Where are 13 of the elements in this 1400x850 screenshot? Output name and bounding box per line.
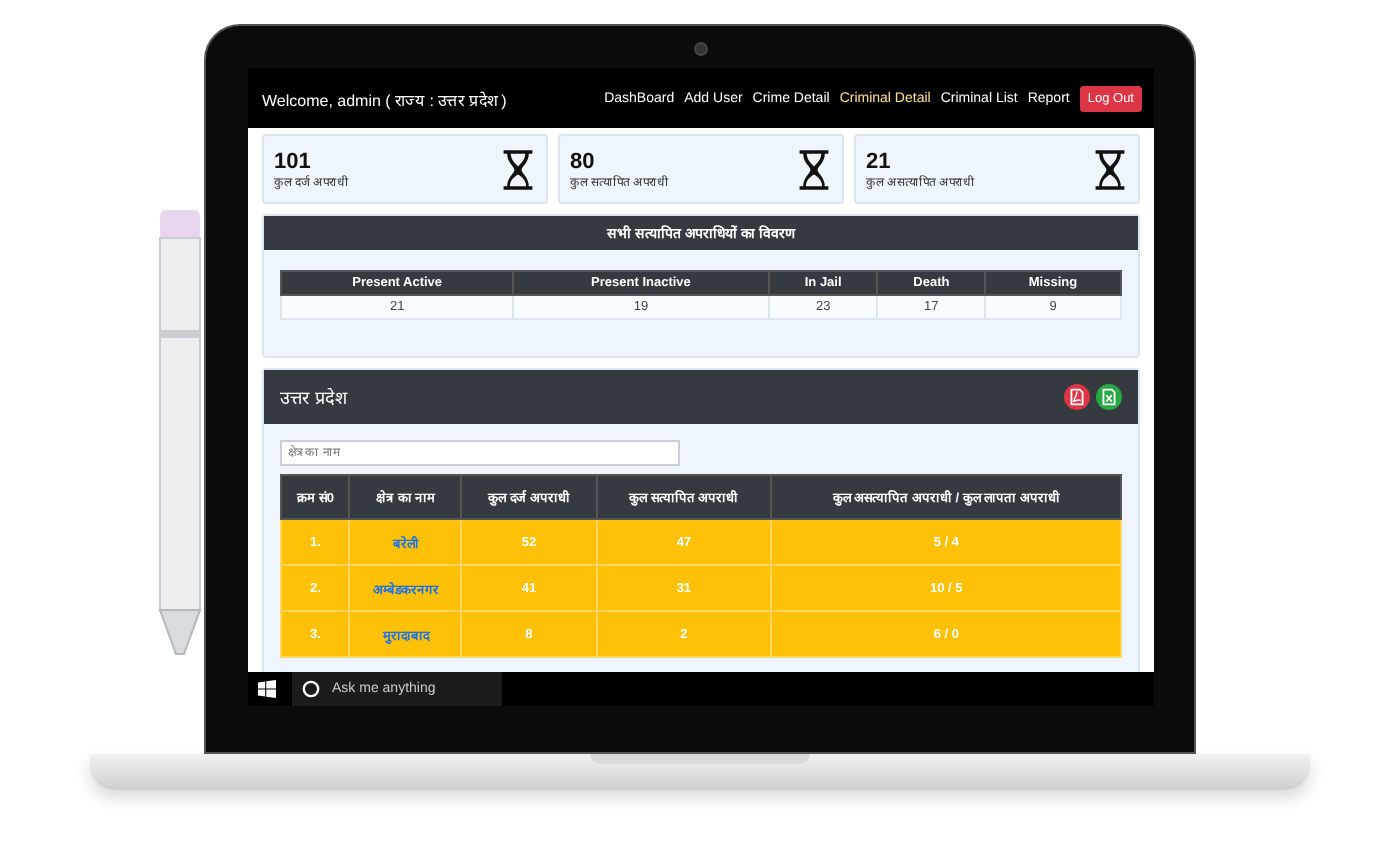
pdf-export-icon[interactable] [1064, 384, 1090, 410]
excel-export-icon[interactable] [1096, 384, 1122, 410]
camera-icon [693, 42, 707, 56]
windows-logo-icon[interactable] [258, 680, 276, 698]
stat-value: 101 [274, 149, 313, 173]
circle-icon [302, 680, 320, 698]
hourglass-icon [796, 147, 832, 191]
stat-value: 21 [866, 149, 893, 173]
stat-value: 80 [570, 149, 597, 173]
hourglass-icon [500, 147, 536, 191]
panel-title: उत्तर प्रदेश [280, 386, 348, 410]
hourglass-icon [1092, 147, 1128, 191]
welcome-text: Welcome, admin ( राज्य : उत्तर प्रदेश ) [262, 89, 507, 109]
